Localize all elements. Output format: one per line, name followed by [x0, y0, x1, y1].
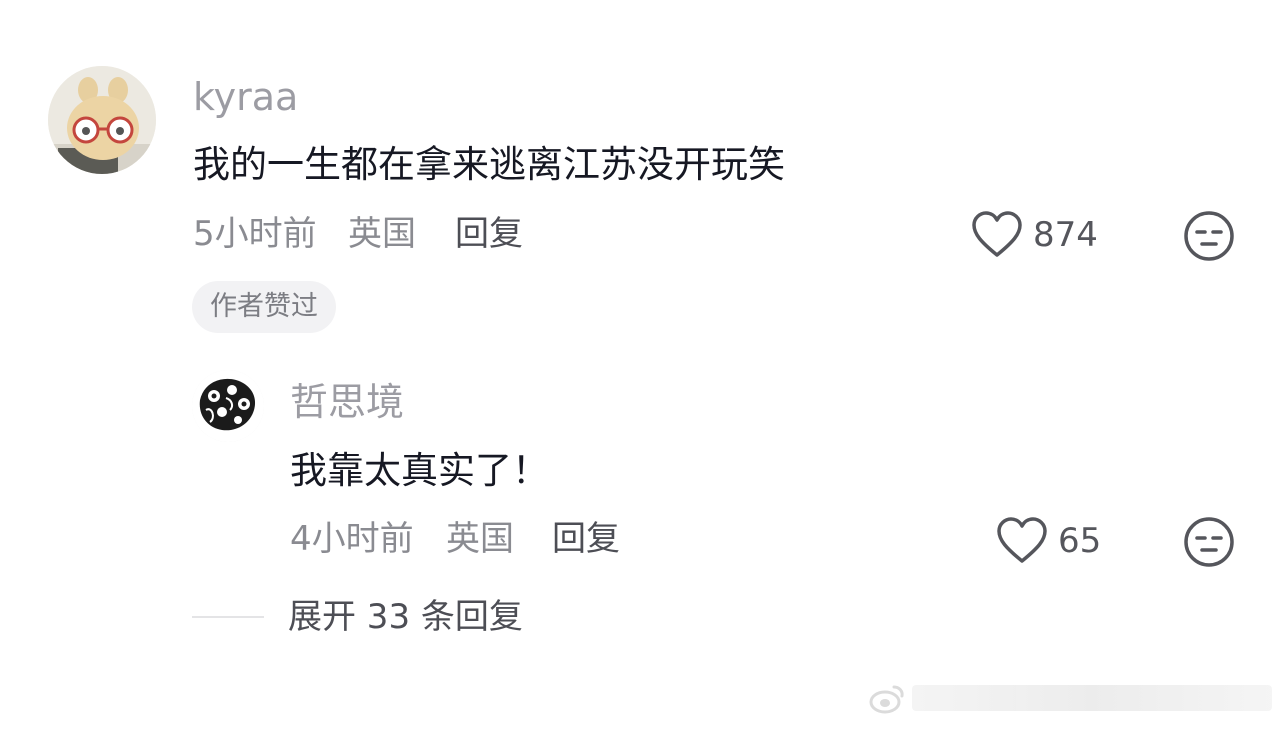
heart-outline-icon	[972, 211, 1022, 257]
weibo-logo-icon	[869, 685, 904, 714]
comment-username[interactable]: kyraa	[193, 78, 298, 116]
comment-text: 我的一生都在拿来逃离江苏没开玩笑	[193, 143, 785, 186]
neutral-face-icon	[1184, 211, 1234, 261]
expand-replies-label: 展开 33 条回复	[288, 597, 523, 637]
watermark	[868, 676, 1272, 720]
reply-like-button[interactable]: 65	[996, 516, 1101, 566]
avatar-zhesijing-image	[192, 370, 264, 442]
reply-location: 英国	[446, 519, 514, 559]
reply-text: 我靠太真实了！	[290, 449, 549, 492]
author-liked-badge: 作者赞过	[192, 281, 336, 333]
comment-like-button[interactable]: 874	[971, 210, 1098, 260]
comment-location: 英国	[348, 214, 416, 254]
neutral-face-icon	[1184, 517, 1234, 567]
avatar-kyraa-image	[48, 66, 156, 174]
avatar-kyraa[interactable]	[48, 66, 156, 174]
watermark-text-blur	[912, 685, 1272, 711]
comment-dislike-button[interactable]	[1183, 210, 1235, 262]
heart-outline-icon	[997, 517, 1047, 563]
reply-username[interactable]: 哲思境	[290, 383, 404, 421]
reply-reply-button[interactable]: 回复	[552, 522, 620, 556]
comment-time: 5小时前	[193, 214, 317, 254]
reply-dislike-button[interactable]	[1183, 516, 1235, 568]
reply-time: 4小时前	[290, 519, 414, 559]
comment-like-count: 874	[1033, 215, 1098, 255]
expand-divider	[192, 616, 264, 618]
reply-like-count: 65	[1058, 521, 1102, 561]
comment-reply-button[interactable]: 回复	[455, 217, 523, 251]
expand-replies-button[interactable]: 展开 33 条回复	[192, 600, 523, 634]
avatar-zhesijing[interactable]	[192, 370, 264, 442]
